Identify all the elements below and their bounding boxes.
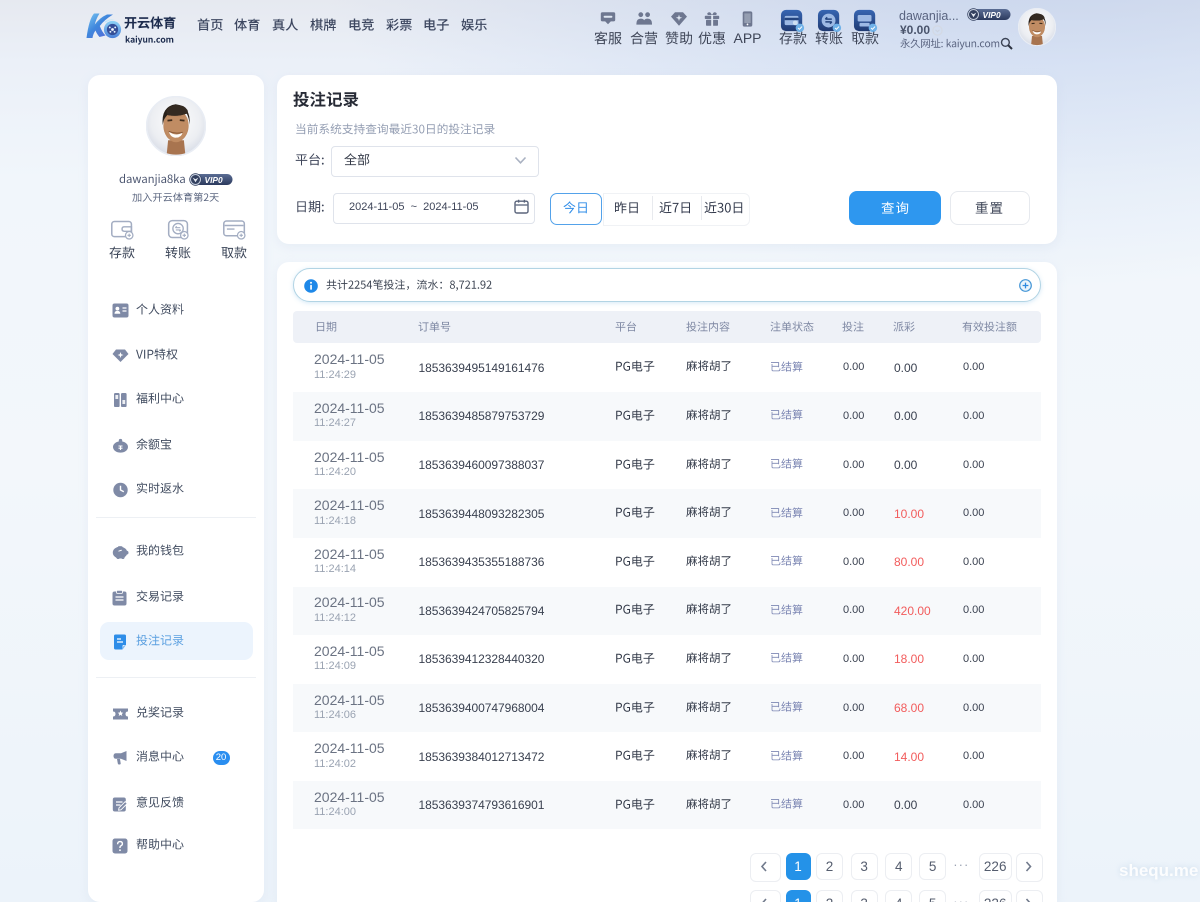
svg-text:VIP0: VIP0: [983, 10, 1001, 20]
svg-text:VIP0: VIP0: [205, 175, 223, 185]
